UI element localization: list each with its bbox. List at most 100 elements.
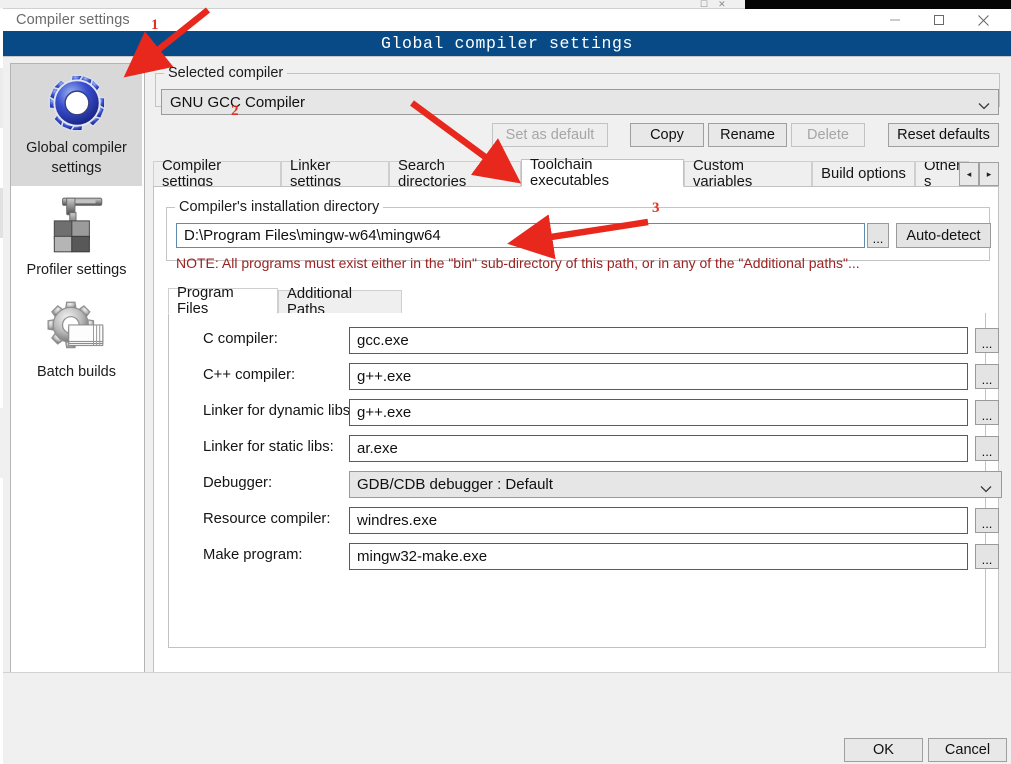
linker-static-label: Linker for static libs:: [203, 439, 334, 455]
make-program-label: Make program:: [203, 547, 303, 563]
tab-custom-variables[interactable]: Custom variables: [684, 158, 812, 190]
dialog-title: Global compiler settings: [380, 34, 634, 53]
reset-defaults-button[interactable]: Reset defaults: [888, 123, 999, 147]
auto-detect-button[interactable]: Auto-detect: [896, 223, 991, 248]
chevron-down-icon: [980, 480, 992, 497]
program-files-tabbar: Program Files Additional Paths: [168, 285, 986, 318]
button-label: Auto-detect: [906, 227, 981, 244]
sidebar-item-global-compiler-settings[interactable]: Global compiler settings: [11, 64, 142, 186]
debugger-value: GDB/CDB debugger : Default: [357, 476, 553, 493]
maximize-button[interactable]: [917, 9, 961, 31]
button-label: Rename: [720, 127, 775, 143]
caliper-icon: [53, 197, 102, 253]
maximize-icon: [934, 15, 944, 25]
tab-compiler-settings[interactable]: Compiler settings: [153, 158, 281, 190]
delete-button[interactable]: Delete: [791, 123, 865, 147]
make-program-input[interactable]: mingw32-make.exe: [349, 543, 968, 570]
ellipsis-icon: ...: [981, 552, 993, 567]
resource-compiler-input[interactable]: windres.exe: [349, 507, 968, 534]
annotation-marker-3: 3: [652, 200, 660, 216]
toolchain-executables-page: Compiler's installation directory D:\Pro…: [153, 186, 1002, 718]
resource-compiler-label: Resource compiler:: [203, 511, 331, 527]
selected-compiler-group-label: Selected compiler: [168, 65, 284, 81]
c-compiler-value: gcc.exe: [357, 332, 409, 349]
button-label: Delete: [807, 127, 849, 143]
button-label: Cancel: [944, 742, 991, 758]
resource-compiler-browse-button[interactable]: ...: [975, 508, 999, 533]
dialog-body: Global compiler settings Profiler settin…: [3, 56, 1011, 764]
cpp-compiler-value: g++.exe: [357, 368, 412, 385]
c-compiler-label: C compiler:: [203, 331, 278, 347]
install-dir-group-label: Compiler's installation directory: [179, 199, 380, 215]
tab-build-options[interactable]: Build options: [812, 161, 915, 187]
ellipsis-icon: ...: [981, 516, 993, 531]
ellipsis-icon: ...: [872, 231, 884, 246]
button-label: OK: [873, 742, 894, 758]
gear-stack-icon: [47, 301, 103, 349]
background-window-controls: ☐ ✕: [700, 0, 746, 9]
chevron-right-icon: ▸: [986, 168, 992, 179]
install-dir-value: D:\Program Files\mingw-w64\mingw64: [184, 227, 441, 244]
set-as-default-button[interactable]: Set as default: [492, 123, 608, 147]
dialog-titlebar: Global compiler settings: [3, 31, 1011, 56]
cpp-compiler-label: C++ compiler:: [203, 367, 296, 383]
tab-search-directories[interactable]: Search directories: [389, 158, 521, 190]
minimize-icon: [890, 19, 900, 21]
tab-scroll-right-button[interactable]: ▸: [979, 162, 999, 186]
debugger-dropdown[interactable]: GDB/CDB debugger : Default: [349, 471, 1002, 498]
tab-label: Toolchain executables: [530, 157, 609, 189]
install-dir-input[interactable]: D:\Program Files\mingw-w64\mingw64: [176, 223, 865, 248]
linker-dynamic-label: Linker for dynamic libs:: [203, 403, 355, 419]
sidebar-item-label: Profiler settings: [26, 262, 127, 278]
compiler-action-buttons: Set as default Copy Rename Delete Reset …: [161, 123, 999, 147]
inner-tab-program-files[interactable]: Program Files: [168, 285, 278, 317]
parent-window-title: Compiler settings: [16, 12, 130, 28]
cpp-compiler-input[interactable]: g++.exe: [349, 363, 968, 390]
minimize-button[interactable]: [873, 9, 917, 31]
install-dir-note: NOTE: All programs must exist either in …: [176, 255, 860, 271]
tab-scroll-left-button[interactable]: ◂: [959, 162, 979, 186]
resource-compiler-value: windres.exe: [357, 512, 438, 529]
cancel-button[interactable]: Cancel: [928, 738, 1007, 762]
chevron-down-icon: [978, 97, 990, 114]
ok-button[interactable]: OK: [844, 738, 923, 762]
sidebar-item-profiler-settings[interactable]: Profiler settings: [11, 186, 142, 288]
linker-dynamic-value: g++.exe: [357, 404, 412, 421]
gear-icon: [47, 74, 106, 132]
cpp-compiler-browse-button[interactable]: ...: [975, 364, 999, 389]
c-compiler-browse-button[interactable]: ...: [975, 328, 999, 353]
c-compiler-input[interactable]: gcc.exe: [349, 327, 968, 354]
make-program-browse-button[interactable]: ...: [975, 544, 999, 569]
tab-scroll-arrows: ◂ ▸: [959, 162, 999, 186]
linker-dynamic-input[interactable]: g++.exe: [349, 399, 968, 426]
linker-static-input[interactable]: ar.exe: [349, 435, 968, 462]
row-debugger: Debugger: GDB/CDB debugger : Default: [169, 471, 1002, 499]
make-program-value: mingw32-make.exe: [357, 548, 488, 565]
sidebar-item-label: Batch builds: [37, 364, 116, 380]
button-label: Copy: [650, 127, 684, 143]
selected-compiler-dropdown[interactable]: GNU GCC Compiler: [161, 89, 999, 115]
settings-sidebar: Global compiler settings Profiler settin…: [10, 63, 145, 725]
tab-toolchain-executables[interactable]: Toolchain executables: [521, 157, 684, 189]
tab-label: Build options: [821, 166, 906, 182]
sidebar-item-batch-builds[interactable]: Batch builds: [11, 288, 142, 390]
install-dir-browse-button[interactable]: ...: [867, 223, 889, 248]
close-icon: [977, 14, 989, 26]
row-linker-static: Linker for static libs: ar.exe ...: [169, 435, 999, 463]
annotation-marker-2: 2: [231, 103, 239, 119]
inner-tab-additional-paths[interactable]: Additional Paths: [278, 286, 402, 318]
rename-button[interactable]: Rename: [708, 123, 787, 147]
settings-tabbar: Compiler settings Linker settings Search…: [153, 157, 999, 190]
tab-linker-settings[interactable]: Linker settings: [281, 158, 389, 190]
program-files-panel: C compiler: gcc.exe ... C++ compiler: g+…: [168, 313, 1002, 648]
parent-titlebar: Compiler settings 1: [3, 9, 1011, 33]
ellipsis-icon: ...: [981, 408, 993, 423]
tab-label: Program Files: [177, 285, 234, 317]
linker-dynamic-browse-button[interactable]: ...: [975, 400, 999, 425]
ellipsis-icon: ...: [981, 372, 993, 387]
linker-static-browse-button[interactable]: ...: [975, 436, 999, 461]
copy-button[interactable]: Copy: [630, 123, 704, 147]
close-button[interactable]: [961, 9, 1005, 31]
sidebar-item-label: Global compiler settings: [26, 140, 127, 176]
tab-label: Other s: [924, 161, 962, 187]
